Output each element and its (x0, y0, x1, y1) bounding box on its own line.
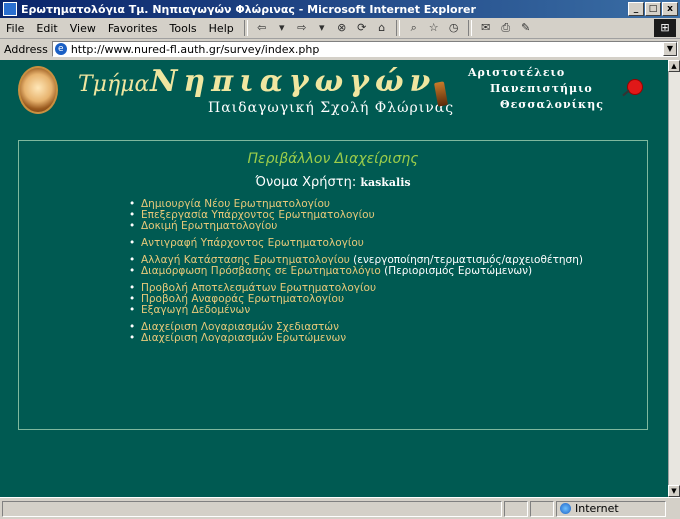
ie-app-icon (3, 2, 17, 16)
refresh-icon[interactable]: ⟳ (354, 21, 370, 35)
window-controls: _ □ x (628, 2, 678, 16)
status-text (2, 500, 502, 517)
address-dropdown-button[interactable]: ▼ (663, 42, 677, 56)
menu-item-access: Διαμόρφωση Πρόσβασης σε Ερωτηματολόγιο (… (127, 265, 583, 278)
toolbar-separator (243, 20, 248, 36)
university-line-2: Πανεπιστήμιο (490, 82, 593, 95)
user-label: Όνομα Χρήστη: (255, 175, 361, 190)
forward-icon[interactable]: ⇨ (294, 21, 310, 35)
minimize-button[interactable]: _ (628, 2, 644, 16)
page-viewport: Τμήμα Νηπιαγωγών Παιδαγωγική Σχολή Φλώρι… (0, 60, 668, 497)
department-logo (18, 66, 58, 114)
header-school-name: Παιδαγωγική Σχολή Φλώρινας (208, 100, 455, 116)
scroll-down-button[interactable]: ▼ (668, 485, 680, 497)
window-titlebar[interactable]: Ερωτηματολόγια Τμ. Νηπιαγωγών Φλώρινας -… (0, 0, 680, 18)
menu-link-respondent-accounts[interactable]: Διαχείριση Λογαριασμών Ερωτώμενων (127, 333, 583, 345)
windows-logo-icon: ⊞ (654, 19, 676, 37)
toolbar-separator (467, 20, 472, 36)
menu-tools[interactable]: Tools (164, 22, 203, 35)
chevron-down-icon[interactable]: ▾ (314, 21, 330, 35)
menu-link-copy[interactable]: Αντιγραφή Υπάρχοντος Ερωτηματολογίου (127, 238, 583, 250)
maximize-button[interactable]: □ (645, 2, 661, 16)
pushpin-icon (628, 80, 642, 94)
university-line-3: Θεσσαλονίκης (500, 98, 604, 111)
vertical-scrollbar[interactable]: ▲ ▼ (668, 60, 680, 497)
address-input[interactable]: e http://www.nured-fl.auth.gr/survey/ind… (51, 41, 678, 57)
menu-edit[interactable]: Edit (30, 22, 63, 35)
print-icon[interactable]: ⎙ (498, 21, 514, 35)
history-icon[interactable]: ◷ (446, 21, 462, 35)
status-panel (504, 500, 528, 517)
menu-note-access: (Περιορισμός Ερωτώμενων) (380, 265, 533, 277)
scroll-up-button[interactable]: ▲ (668, 60, 680, 72)
menu-link-access[interactable]: Διαμόρφωση Πρόσβασης σε Ερωτηματολόγιο (141, 265, 381, 277)
menu-view[interactable]: View (64, 22, 102, 35)
home-icon[interactable]: ⌂ (374, 21, 390, 35)
toolbar-separator (395, 20, 400, 36)
header-department-word: Τμήμα (78, 72, 150, 97)
favorites-icon[interactable]: ☆ (426, 21, 442, 35)
page-icon: e (54, 43, 67, 55)
back-icon[interactable]: ⇦ (254, 21, 270, 35)
close-button[interactable]: x (662, 2, 678, 16)
menu-help[interactable]: Help (203, 22, 240, 35)
user-info: Όνομα Χρήστη: kaskalis (19, 175, 647, 190)
status-panel (530, 500, 554, 517)
admin-menu: Δημιουργία Νέου Ερωτηματολογίου Επεξεργα… (127, 199, 583, 345)
menu-file[interactable]: File (0, 22, 30, 35)
mail-icon[interactable]: ✉ (478, 21, 494, 35)
username: kaskalis (360, 176, 411, 189)
menu-link-export[interactable]: Εξαγωγή Δεδομένων (127, 305, 583, 317)
edit-icon[interactable]: ✎ (518, 21, 534, 35)
university-line-1: Αριστοτέλειο (468, 66, 566, 79)
stop-icon[interactable]: ⊗ (334, 21, 350, 35)
security-zone: Internet (556, 500, 666, 517)
address-url: http://www.nured-fl.auth.gr/survey/index… (70, 42, 320, 56)
menubar: File Edit View Favorites Tools Help ⇦ ▾ … (0, 18, 680, 39)
menu-link-test[interactable]: Δοκιμή Ερωτηματολογίου (127, 221, 583, 233)
status-bar: Internet (0, 497, 680, 519)
address-label: Address (4, 42, 48, 56)
window-title: Ερωτηματολόγια Τμ. Νηπιαγωγών Φλώρινας -… (21, 2, 476, 16)
search-icon[interactable]: ⌕ (406, 21, 422, 35)
zone-label: Internet (575, 502, 619, 515)
header-department-name: Νηπιαγωγών (150, 64, 437, 99)
globe-icon (560, 503, 571, 514)
site-header: Τμήμα Νηπιαγωγών Παιδαγωγική Σχολή Φλώρι… (0, 60, 668, 130)
admin-panel: Περιβάλλον Διαχείρισης Όνομα Χρήστη: kas… (18, 140, 648, 430)
address-bar: Address e http://www.nured-fl.auth.gr/su… (0, 39, 680, 59)
menu-favorites[interactable]: Favorites (102, 22, 164, 35)
page-title: Περιβάλλον Διαχείρισης (247, 151, 419, 167)
chevron-down-icon[interactable]: ▾ (274, 21, 290, 35)
